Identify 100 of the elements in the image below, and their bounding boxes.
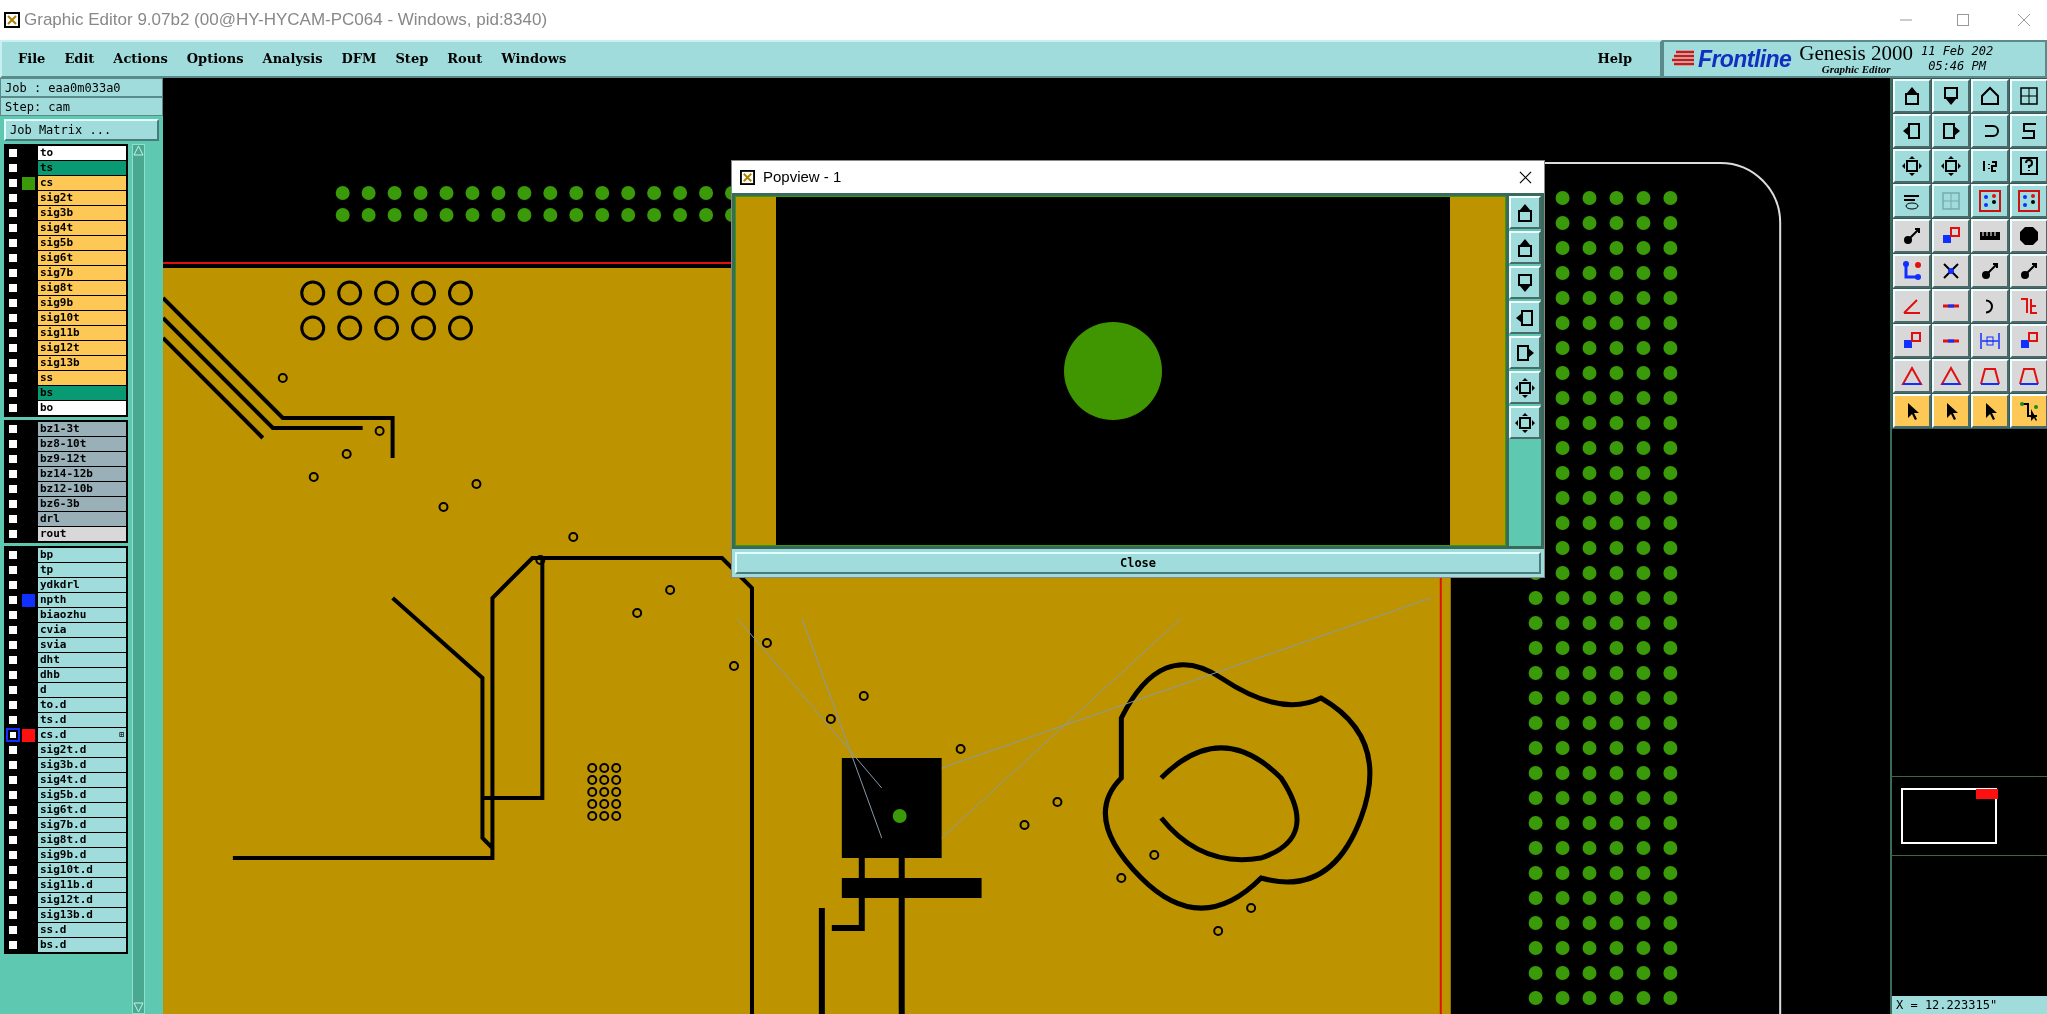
layer-checkbox[interactable]	[6, 563, 20, 577]
layer-checkbox[interactable]	[6, 743, 20, 757]
layer-checkbox[interactable]	[6, 512, 20, 526]
layer-checkbox[interactable]	[6, 326, 20, 340]
toolbar-button[interactable]	[1932, 219, 1970, 253]
toolbar-button[interactable]	[2010, 254, 2047, 288]
layer-checkbox[interactable]	[6, 593, 20, 607]
layer-name[interactable]: ts	[38, 161, 126, 175]
layer-name[interactable]: ts.d	[38, 713, 126, 727]
layer-checkbox[interactable]	[6, 608, 20, 622]
layer-checkbox[interactable]	[6, 401, 20, 415]
menu-item[interactable]: Windows	[501, 49, 567, 69]
toolbar-button[interactable]	[1509, 406, 1541, 439]
toolbar-button[interactable]	[1893, 149, 1931, 183]
layer-name[interactable]: dht	[38, 653, 126, 667]
help-menu-item[interactable]: Help	[1597, 49, 1632, 69]
layer-name[interactable]: sig7b	[38, 266, 126, 280]
layer-name[interactable]: sig4t	[38, 221, 126, 235]
layer-checkbox[interactable]	[6, 437, 20, 451]
menu-item[interactable]: Options	[186, 49, 244, 69]
layer-name[interactable]: ss.d	[38, 923, 126, 937]
toolbar-button[interactable]	[1893, 184, 1931, 218]
layer-checkbox[interactable]	[6, 713, 20, 727]
toolbar-button[interactable]	[1971, 114, 2009, 148]
toolbar-button[interactable]	[2010, 359, 2047, 393]
toolbar-button[interactable]	[1971, 184, 2009, 218]
layer-name[interactable]: sig3b	[38, 206, 126, 220]
layer-name[interactable]: cs.d ⊞	[38, 728, 126, 742]
toolbar-button[interactable]	[1971, 149, 2009, 183]
layer-checkbox[interactable]	[6, 548, 20, 562]
layer-checkbox[interactable]	[6, 653, 20, 667]
layer-checkbox[interactable]	[6, 728, 20, 742]
layer-name[interactable]: bz9-12t	[38, 452, 126, 466]
layer-name[interactable]: sig10t	[38, 311, 126, 325]
toolbar-button[interactable]	[1932, 394, 1970, 428]
toolbar-button[interactable]	[1932, 254, 1970, 288]
layer-checkbox[interactable]	[6, 578, 20, 592]
layer-name[interactable]: sig8t.d	[38, 833, 126, 847]
layer-checkbox[interactable]	[6, 803, 20, 817]
layer-name[interactable]: sig9b.d	[38, 848, 126, 862]
layer-checkbox[interactable]	[6, 251, 20, 265]
layer-name[interactable]: ss	[38, 371, 126, 385]
toolbar-button[interactable]	[2010, 324, 2047, 358]
toolbar-button[interactable]	[1932, 79, 1970, 113]
layer-checkbox[interactable]	[6, 296, 20, 310]
layer-name[interactable]: to.d	[38, 698, 126, 712]
toolbar-button[interactable]	[1893, 219, 1931, 253]
layer-checkbox[interactable]	[6, 668, 20, 682]
menu-item[interactable]: File	[18, 49, 46, 69]
layer-name[interactable]: bs	[38, 386, 126, 400]
toolbar-button[interactable]	[2010, 79, 2047, 113]
toolbar-button[interactable]	[1893, 359, 1931, 393]
menu-item[interactable]: Step	[395, 49, 429, 69]
layer-checkbox[interactable]	[6, 221, 20, 235]
toolbar-button[interactable]	[2010, 184, 2047, 218]
layer-name[interactable]: sig13b.d	[38, 908, 126, 922]
layer-checkbox[interactable]	[6, 878, 20, 892]
toolbar-button[interactable]	[1893, 324, 1931, 358]
toolbar-button[interactable]	[1971, 394, 2009, 428]
job-matrix-button[interactable]: Job Matrix ...	[4, 119, 159, 141]
layer-name[interactable]: sig7b.d	[38, 818, 126, 832]
layer-checkbox[interactable]	[6, 206, 20, 220]
layer-name[interactable]: dhb	[38, 668, 126, 682]
toolbar-button[interactable]	[1893, 79, 1931, 113]
layer-name[interactable]: bo	[38, 401, 126, 415]
layer-checkbox[interactable]	[6, 863, 20, 877]
layer-checkbox[interactable]	[6, 833, 20, 847]
toolbar-button[interactable]	[1509, 336, 1541, 369]
layer-checkbox[interactable]	[6, 908, 20, 922]
menu-item[interactable]: Analysis	[262, 49, 323, 69]
layer-name[interactable]: bz12-10b	[38, 482, 126, 496]
toolbar-button[interactable]	[1893, 394, 1931, 428]
toolbar-button[interactable]	[2010, 394, 2047, 428]
layer-name[interactable]: sig3b.d	[38, 758, 126, 772]
layer-checkbox[interactable]	[6, 938, 20, 952]
expand-mark[interactable]: ⊞	[119, 728, 124, 742]
layer-name[interactable]: sig5b	[38, 236, 126, 250]
layer-checkbox[interactable]	[6, 371, 20, 385]
layer-checkbox[interactable]	[6, 176, 20, 190]
layer-name[interactable]: sig11b	[38, 326, 126, 340]
toolbar-button[interactable]	[1509, 266, 1541, 299]
layer-name[interactable]: sig12t.d	[38, 893, 126, 907]
layer-name[interactable]: bz1-3t	[38, 422, 126, 436]
layer-checkbox[interactable]	[6, 146, 20, 160]
layer-checkbox[interactable]	[6, 758, 20, 772]
layer-checkbox[interactable]	[6, 638, 20, 652]
layer-checkbox[interactable]	[6, 311, 20, 325]
toolbar-button[interactable]	[1971, 289, 2009, 323]
close-button[interactable]: Close	[735, 552, 1541, 574]
layer-checkbox[interactable]	[6, 788, 20, 802]
toolbar-button[interactable]	[1509, 371, 1541, 404]
menu-item[interactable]: Rout	[447, 49, 483, 69]
toolbar-button[interactable]	[2010, 219, 2047, 253]
menu-item[interactable]: DFM	[341, 49, 377, 69]
toolbar-button[interactable]	[2010, 149, 2047, 183]
toolbar-button[interactable]	[1932, 149, 1970, 183]
layer-name[interactable]: sig6t	[38, 251, 126, 265]
layer-checkbox[interactable]	[6, 191, 20, 205]
layer-name[interactable]: sig5b.d	[38, 788, 126, 802]
layer-checkbox[interactable]	[6, 281, 20, 295]
